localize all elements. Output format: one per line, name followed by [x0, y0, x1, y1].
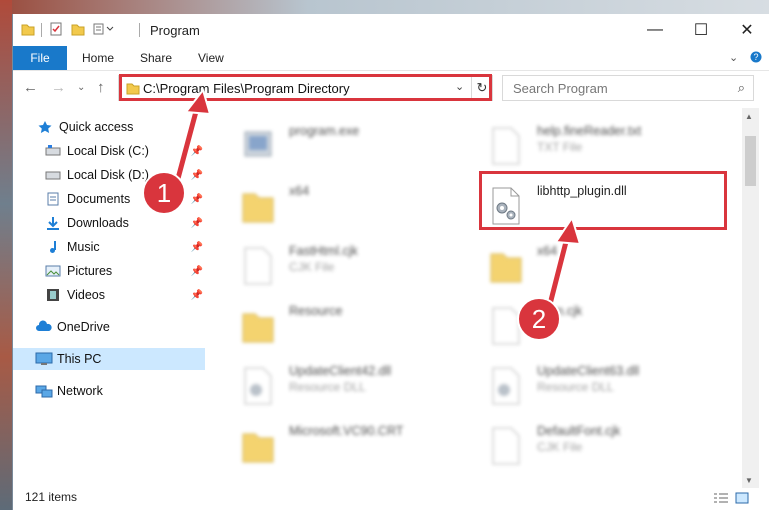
callout-step-2: 2 [517, 297, 561, 341]
callout-step-1: 1 [142, 171, 186, 215]
annotation-arrows [171, 87, 582, 317]
